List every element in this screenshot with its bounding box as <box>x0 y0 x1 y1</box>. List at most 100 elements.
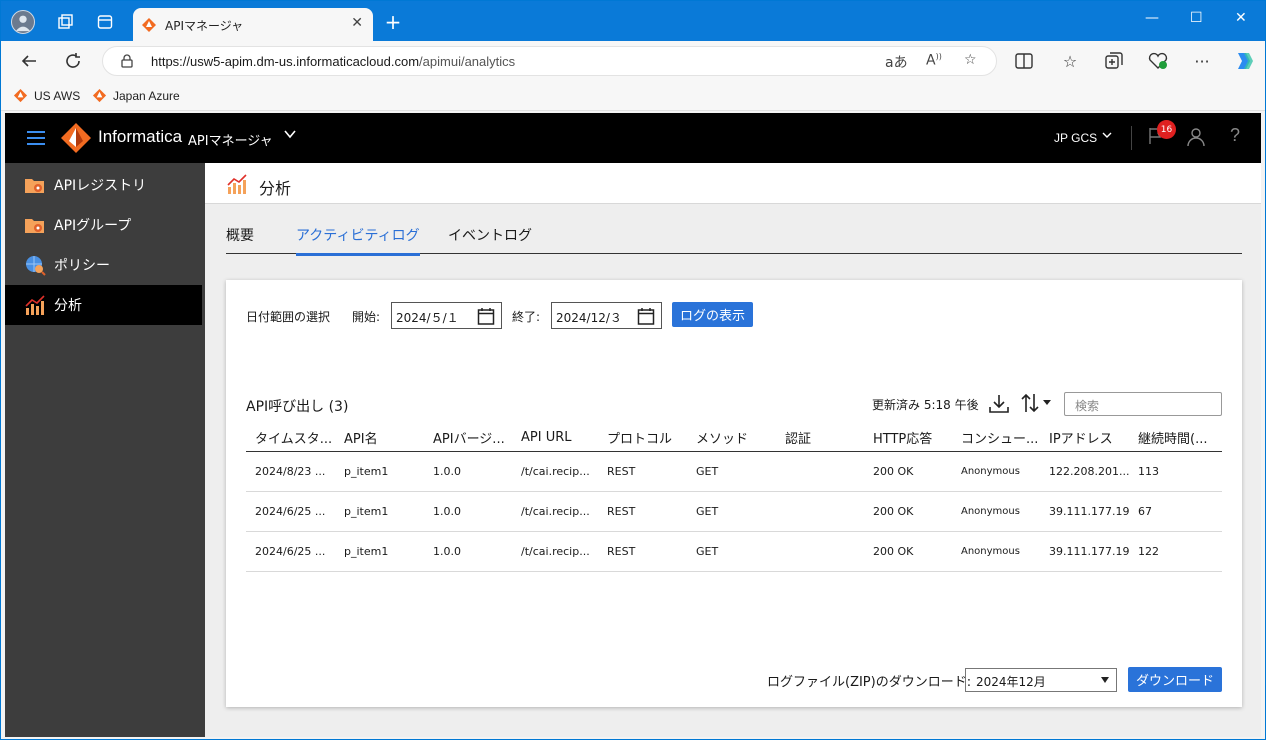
bookmarks-bar: US AWS Japan Azure <box>1 81 1265 111</box>
header-divider <box>1131 126 1132 150</box>
download-button[interactable]: ダウンロード <box>1128 667 1222 692</box>
start-date-value: 2024/５/１ <box>396 311 459 325</box>
copilot-icon[interactable] <box>1231 49 1255 73</box>
column-header[interactable]: 継続時間(... <box>1129 424 1222 452</box>
address-bar[interactable]: https://usw5-apim.dm-us.informaticacloud… <box>102 46 997 76</box>
more-menu-icon[interactable]: ··· <box>1190 49 1214 73</box>
split-screen-icon[interactable] <box>1012 49 1036 73</box>
analytics-chart-icon <box>25 295 45 315</box>
profile-avatar-icon[interactable] <box>11 10 35 34</box>
table-row[interactable]: 2024/8/23 ... p_item1 1.0.0 /t/cai.recip… <box>246 451 1222 492</box>
tab-overview[interactable]: 概要 <box>226 225 254 253</box>
sort-icon[interactable] <box>1019 392 1055 414</box>
read-aloud-icon[interactable]: A)) <box>926 52 942 69</box>
month-select-value: 2024年12月 <box>976 675 1046 689</box>
hamburger-menu-icon[interactable] <box>27 131 45 145</box>
table-cell: 39.111.177.191 <box>1040 491 1129 532</box>
help-icon[interactable]: ? <box>1230 125 1240 146</box>
collections-icon[interactable] <box>1102 49 1126 73</box>
table-cell: /t/cai.recip... <box>512 491 598 532</box>
column-header[interactable]: プロトコル <box>598 424 687 452</box>
column-header[interactable]: API名 <box>335 424 424 452</box>
table-cell <box>776 531 864 572</box>
close-tab-icon[interactable]: ✕ <box>351 15 363 31</box>
column-header[interactable]: API URL <box>512 424 598 452</box>
calendar-icon[interactable] <box>637 307 655 325</box>
sidebar-item-api-registry[interactable]: APIレジストリ <box>5 165 202 205</box>
tab-title: APIマネージャ <box>165 19 244 33</box>
tab-activity-log[interactable]: アクティビティログ <box>296 225 420 256</box>
table-cell: p_item1 <box>335 451 424 492</box>
new-tab-icon[interactable]: + <box>381 10 405 34</box>
column-header[interactable]: IPアドレス <box>1040 424 1129 452</box>
lock-icon[interactable] <box>121 54 133 72</box>
table-row[interactable]: 2024/6/25 ... p_item1 1.0.0 /t/cai.recip… <box>246 491 1222 532</box>
column-header[interactable]: タイムスタ... <box>246 424 335 452</box>
favorites-icon[interactable]: ☆ <box>1058 49 1082 73</box>
month-select[interactable]: 2024年12月 <box>965 668 1117 692</box>
table-cell: Anonymous <box>952 451 1040 492</box>
favorite-star-icon[interactable]: ☆ <box>964 52 977 68</box>
search-input[interactable]: 検索 <box>1064 392 1222 416</box>
sidebar-item-label: APIグループ <box>54 218 132 234</box>
sidebar-item-api-group[interactable]: APIグループ <box>5 205 202 245</box>
product-switcher[interactable]: APIマネージャ <box>188 130 273 149</box>
app-header: Informatica APIマネージャ JP GCS 16 ? <box>5 113 1261 163</box>
table-cell: REST <box>598 451 687 492</box>
column-header[interactable]: APIバージ... <box>424 424 512 452</box>
show-log-button[interactable]: ログの表示 <box>672 302 753 327</box>
url-path: /apimui/analytics <box>419 54 516 69</box>
browser-toolbar: https://usw5-apim.dm-us.informaticacloud… <box>1 41 1265 81</box>
last-updated-text: 更新済み 5:18 午後 <box>872 398 979 412</box>
bookmark-japan-azure[interactable]: Japan Azure <box>92 88 180 103</box>
column-header[interactable]: 認証 <box>776 424 864 452</box>
org-selector[interactable]: JP GCS <box>1054 131 1097 145</box>
browser-tab[interactable]: APIマネージャ ✕ <box>133 8 373 41</box>
back-icon[interactable] <box>17 49 41 73</box>
column-header[interactable]: メソッド <box>687 424 776 452</box>
table-cell: 39.111.177.191 <box>1040 531 1129 572</box>
tab-actions-icon[interactable] <box>93 10 117 34</box>
page-title: 分析 <box>259 179 292 198</box>
browser-essentials-icon[interactable] <box>1146 49 1170 73</box>
table-cell: 1.0.0 <box>424 491 512 532</box>
start-date-label: 開始: <box>352 310 381 324</box>
search-placeholder: 検索 <box>1075 399 1100 413</box>
table-cell: 1.0.0 <box>424 531 512 572</box>
folder-gear-icon <box>25 179 44 193</box>
maximize-icon[interactable]: ☐ <box>1190 10 1203 26</box>
page-header: 分析 <box>205 163 1261 204</box>
close-window-icon[interactable]: ✕ <box>1235 10 1247 26</box>
brand-name: Informatica <box>98 127 183 146</box>
column-header[interactable]: HTTP応答 <box>864 424 952 452</box>
browser-window: APIマネージャ ✕ + — ☐ ✕ https://usw5-apim.dm-… <box>1 1 1265 739</box>
end-date-field[interactable]: 2024/12/３ <box>551 302 662 329</box>
date-range-label: 日付範囲の選択 <box>246 310 331 324</box>
table-cell <box>776 451 864 492</box>
user-profile-icon[interactable] <box>1186 127 1206 147</box>
table-cell: 67 <box>1129 491 1222 532</box>
minimize-icon[interactable]: — <box>1145 10 1159 26</box>
activity-log-card: 日付範囲の選択 開始: 2024/５/１ 終了: 2024/12/３ ログの表示… <box>226 280 1242 707</box>
calendar-icon[interactable] <box>477 307 495 325</box>
chevron-down-icon[interactable] <box>283 126 297 145</box>
analytics-chart-icon <box>227 174 247 194</box>
tab-event-log[interactable]: イベントログ <box>448 225 532 253</box>
sidebar-item-analytics[interactable]: 分析 <box>5 285 202 325</box>
refresh-icon[interactable] <box>61 49 85 73</box>
bookmark-us-aws[interactable]: US AWS <box>13 88 80 103</box>
sidebar-item-policy[interactable]: ポリシー <box>5 245 202 285</box>
workspaces-icon[interactable] <box>53 10 77 34</box>
chevron-down-icon[interactable] <box>1101 129 1113 144</box>
translate-icon[interactable]: aあ <box>885 52 908 72</box>
table-row[interactable]: 2024/6/25 ... p_item1 1.0.0 /t/cai.recip… <box>246 531 1222 572</box>
table-cell: 200 OK <box>864 531 952 572</box>
table-cell: Anonymous <box>952 491 1040 532</box>
download-icon[interactable] <box>988 393 1010 415</box>
informatica-bookmark-icon <box>13 88 28 103</box>
globe-magnifier-icon <box>26 256 46 276</box>
url-text: https://usw5-apim.dm-us.informaticacloud… <box>151 54 515 69</box>
start-date-field[interactable]: 2024/５/１ <box>391 302 502 329</box>
table-cell: 1.0.0 <box>424 451 512 492</box>
column-header[interactable]: コンシュー... <box>952 424 1040 452</box>
